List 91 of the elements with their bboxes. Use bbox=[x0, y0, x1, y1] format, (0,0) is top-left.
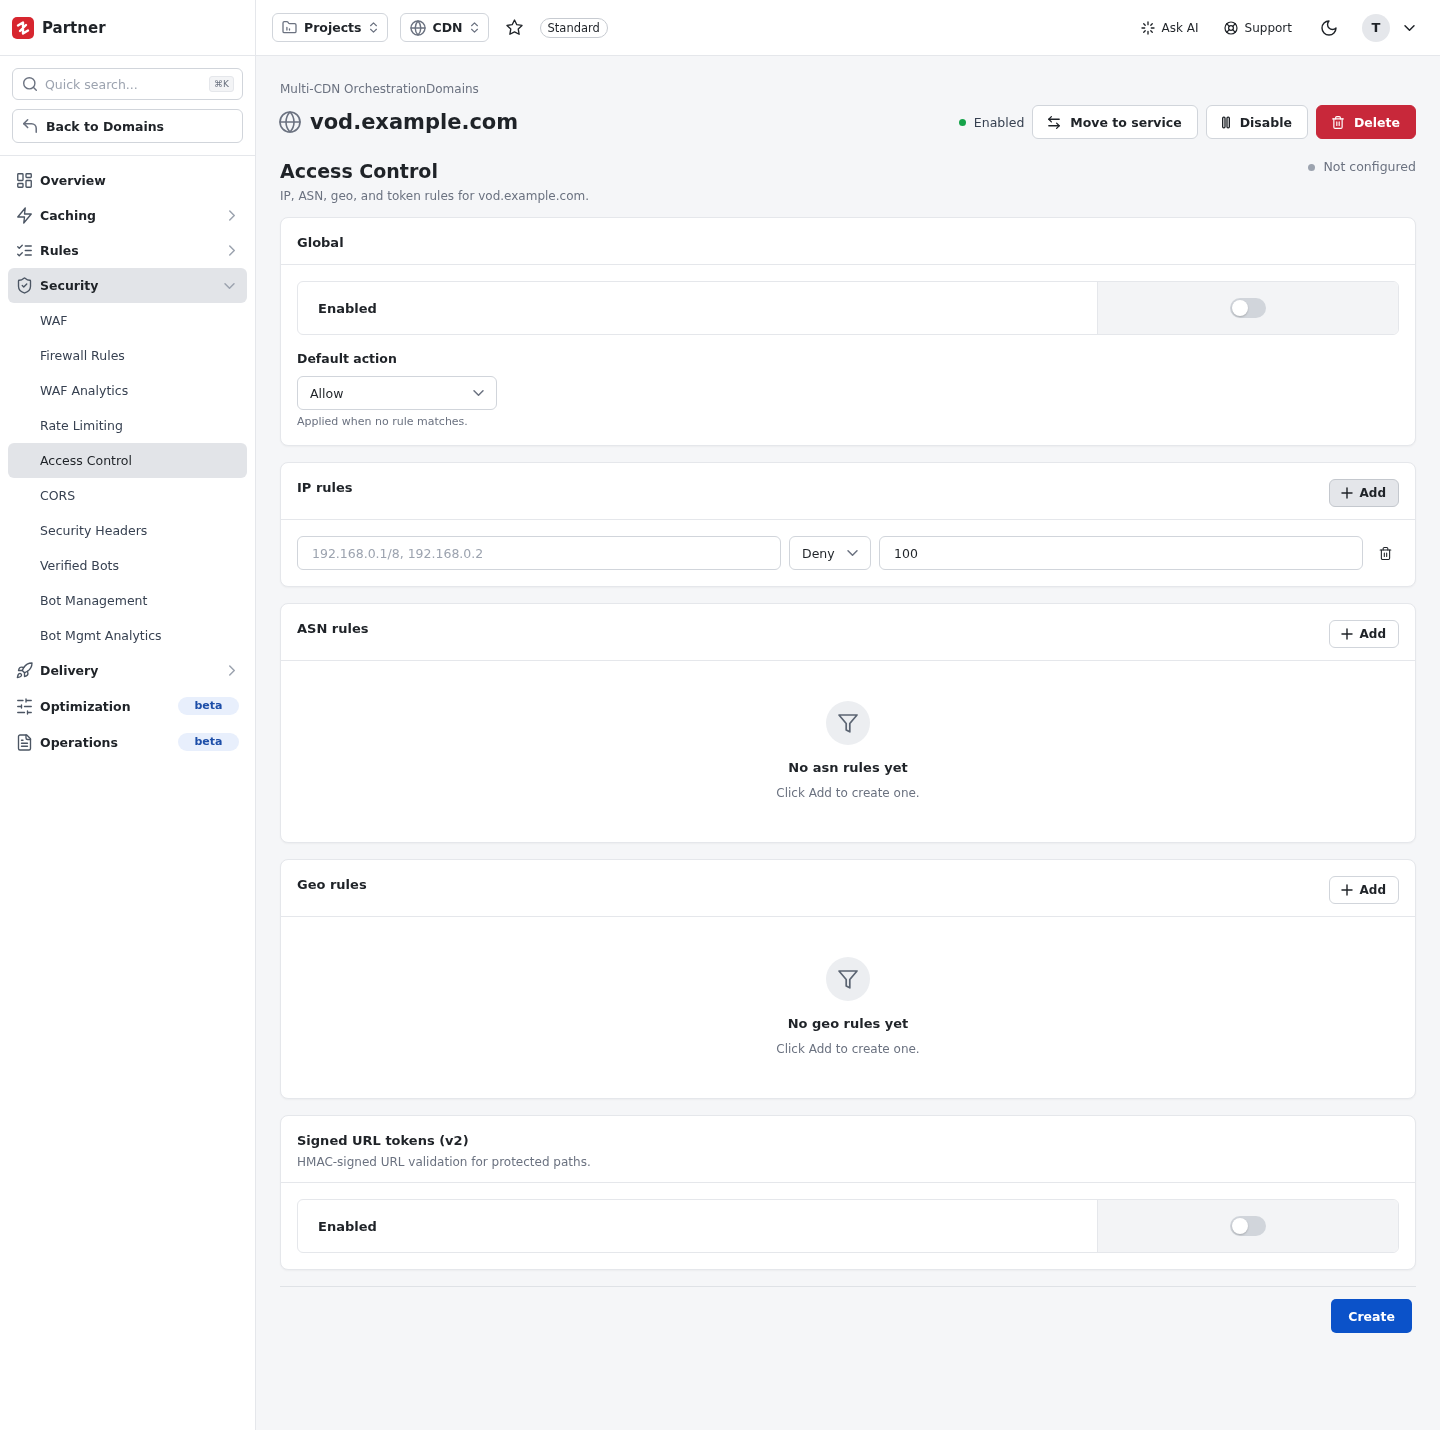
section-title: Access Control bbox=[280, 159, 439, 183]
filter-icon bbox=[826, 701, 870, 745]
sparkle-icon bbox=[1141, 21, 1154, 34]
logo-icon bbox=[12, 16, 34, 39]
help-text: Applied when no rule matches. bbox=[297, 415, 469, 429]
trash-icon[interactable] bbox=[1378, 546, 1392, 560]
chevron-down-icon[interactable] bbox=[1404, 24, 1415, 31]
up-down-chevron-icon bbox=[369, 22, 377, 33]
grid-icon bbox=[17, 173, 32, 188]
action-select[interactable]: Deny bbox=[789, 536, 871, 570]
config-status: Not configured bbox=[1323, 159, 1416, 175]
nav-item[interactable]: Optimization beta bbox=[8, 688, 247, 724]
ask-ai-button[interactable]: Ask AI bbox=[1141, 20, 1199, 35]
product-switcher[interactable]: CDN bbox=[399, 13, 489, 42]
plus-icon bbox=[1341, 488, 1352, 498]
nav-subitem[interactable]: WAF Analytics bbox=[8, 373, 247, 408]
setting-label: Enabled bbox=[317, 299, 378, 318]
empty-hint: Click Add to create one. bbox=[776, 1041, 920, 1057]
setting-label: Enabled bbox=[317, 1217, 378, 1236]
globe-icon bbox=[280, 112, 300, 132]
nav-subitem[interactable]: Firewall Rules bbox=[8, 338, 247, 373]
user-avatar[interactable]: T bbox=[1362, 13, 1390, 42]
action-button[interactable]: Move to service bbox=[1032, 105, 1198, 139]
moon-icon[interactable] bbox=[1322, 20, 1336, 35]
nav-subitem[interactable]: CORS bbox=[8, 478, 247, 513]
action-button[interactable]: Delete bbox=[1315, 105, 1416, 139]
up-down-chevron-icon bbox=[470, 22, 478, 33]
shortcut-hint: ⌘K bbox=[209, 76, 234, 92]
pause-icon bbox=[1221, 115, 1230, 129]
nav-subitem[interactable]: Rate Limiting bbox=[8, 408, 247, 443]
checklist-icon bbox=[17, 243, 32, 258]
empty-hint: Click Add to create one. bbox=[776, 785, 920, 801]
star-icon[interactable] bbox=[506, 20, 522, 35]
empty-title: No geo rules yet bbox=[787, 1015, 909, 1033]
chevron-down-icon bbox=[473, 390, 484, 396]
back-arrow-icon bbox=[23, 119, 37, 133]
sliders-icon bbox=[17, 698, 32, 714]
nav-item[interactable]: Delivery bbox=[8, 653, 247, 688]
nav-subitem[interactable]: Bot Management bbox=[8, 583, 247, 618]
add-button[interactable]: Add bbox=[1328, 479, 1399, 507]
nav-item[interactable]: Operations beta bbox=[8, 724, 247, 760]
lightning-icon bbox=[17, 208, 32, 223]
nav-subitem[interactable]: WAF bbox=[8, 303, 247, 338]
plus-icon bbox=[1341, 629, 1352, 639]
action-button[interactable]: Disable bbox=[1205, 105, 1308, 139]
beta-badge: beta bbox=[178, 733, 239, 751]
rocket-icon bbox=[17, 663, 32, 678]
nav-item[interactable]: Caching bbox=[8, 198, 247, 233]
section-description: IP, ASN, geo, and token rules for vod.example.com. bbox=[280, 188, 589, 204]
card-description: HMAC-signed URL validation for protected paths. bbox=[297, 1154, 591, 1170]
filter-icon bbox=[826, 957, 870, 1001]
shield-icon bbox=[17, 278, 32, 293]
nav-subitem[interactable]: Access Control bbox=[8, 443, 247, 478]
swap-arrows-icon bbox=[1048, 115, 1061, 129]
card-title: Geo rules bbox=[297, 876, 367, 894]
toggle-switch[interactable] bbox=[1230, 1216, 1266, 1236]
back-button[interactable]: Back to Domains bbox=[12, 109, 243, 143]
support-button[interactable]: Support bbox=[1224, 20, 1292, 35]
status-label: Enabled bbox=[973, 114, 1025, 130]
document-icon bbox=[17, 734, 32, 750]
card-title: IP rules bbox=[297, 479, 353, 497]
breadcrumb: Multi-CDN OrchestrationDomains bbox=[280, 82, 480, 96]
card-title: Global bbox=[297, 234, 344, 252]
chevron-down-icon bbox=[847, 550, 858, 556]
nav-subitem[interactable]: Security Headers bbox=[8, 513, 247, 548]
domain-title: vod.example.com bbox=[310, 110, 519, 134]
lifebuoy-icon bbox=[1224, 21, 1237, 34]
card-title: ASN rules bbox=[297, 620, 369, 638]
empty-title: No asn rules yet bbox=[788, 759, 908, 777]
field-label: Default action bbox=[297, 351, 398, 367]
nav-subitem[interactable]: Verified Bots bbox=[8, 548, 247, 583]
value-input[interactable]: 100 bbox=[879, 536, 1363, 570]
toggle-switch[interactable] bbox=[1230, 298, 1266, 318]
nav-item[interactable]: Security bbox=[8, 268, 247, 303]
beta-badge: beta bbox=[178, 697, 239, 715]
ip-range-input[interactable]: 192.168.0.1/8, 192.168.0.2 bbox=[297, 536, 781, 570]
add-button[interactable]: Add bbox=[1328, 876, 1399, 904]
nav-item[interactable]: Overview bbox=[8, 163, 247, 198]
nav-subitem[interactable]: Bot Mgmt Analytics bbox=[8, 618, 247, 653]
add-button[interactable]: Add bbox=[1328, 620, 1399, 648]
trash-icon bbox=[1331, 115, 1344, 129]
globe-icon bbox=[410, 20, 425, 35]
select-field[interactable]: Allow bbox=[297, 376, 497, 410]
create-button[interactable]: Create bbox=[1331, 1299, 1412, 1333]
search-icon bbox=[23, 77, 37, 91]
nav-item[interactable]: Rules bbox=[8, 233, 247, 268]
brand-name: Partner bbox=[42, 18, 106, 37]
project-switcher[interactable]: Projects bbox=[272, 13, 388, 42]
plus-icon bbox=[1341, 885, 1352, 895]
card-title: Signed URL tokens (v2) bbox=[297, 1132, 470, 1150]
folder-icon bbox=[283, 21, 296, 34]
